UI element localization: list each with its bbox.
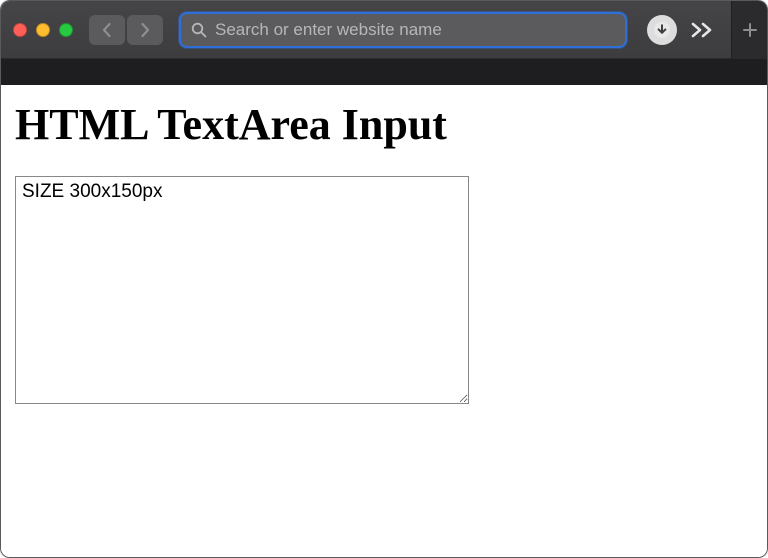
minimize-icon[interactable] bbox=[36, 23, 50, 37]
back-button[interactable] bbox=[89, 15, 125, 45]
plus-icon bbox=[742, 22, 758, 38]
browser-window: HTML TextArea Input bbox=[0, 0, 768, 558]
zoom-icon[interactable] bbox=[59, 23, 73, 37]
download-icon bbox=[654, 22, 670, 38]
titlebar bbox=[1, 1, 767, 59]
page-content: HTML TextArea Input bbox=[1, 85, 767, 557]
textarea-container bbox=[15, 176, 469, 409]
page-title: HTML TextArea Input bbox=[15, 99, 753, 150]
chevron-right-icon bbox=[139, 23, 151, 37]
downloads-button[interactable] bbox=[647, 15, 677, 45]
overflow-button[interactable] bbox=[687, 15, 717, 45]
chevron-double-right-icon bbox=[691, 22, 713, 38]
forward-button[interactable] bbox=[127, 15, 163, 45]
tab-strip bbox=[1, 59, 767, 85]
search-input[interactable] bbox=[215, 20, 615, 40]
nav-buttons bbox=[89, 15, 163, 45]
search-icon bbox=[191, 22, 207, 38]
address-bar[interactable] bbox=[181, 14, 625, 46]
chevron-left-icon bbox=[101, 23, 113, 37]
toolbar-right bbox=[687, 13, 755, 47]
close-icon[interactable] bbox=[13, 23, 27, 37]
window-controls bbox=[13, 23, 73, 37]
demo-textarea[interactable] bbox=[15, 176, 469, 404]
new-tab-button[interactable] bbox=[731, 1, 767, 59]
